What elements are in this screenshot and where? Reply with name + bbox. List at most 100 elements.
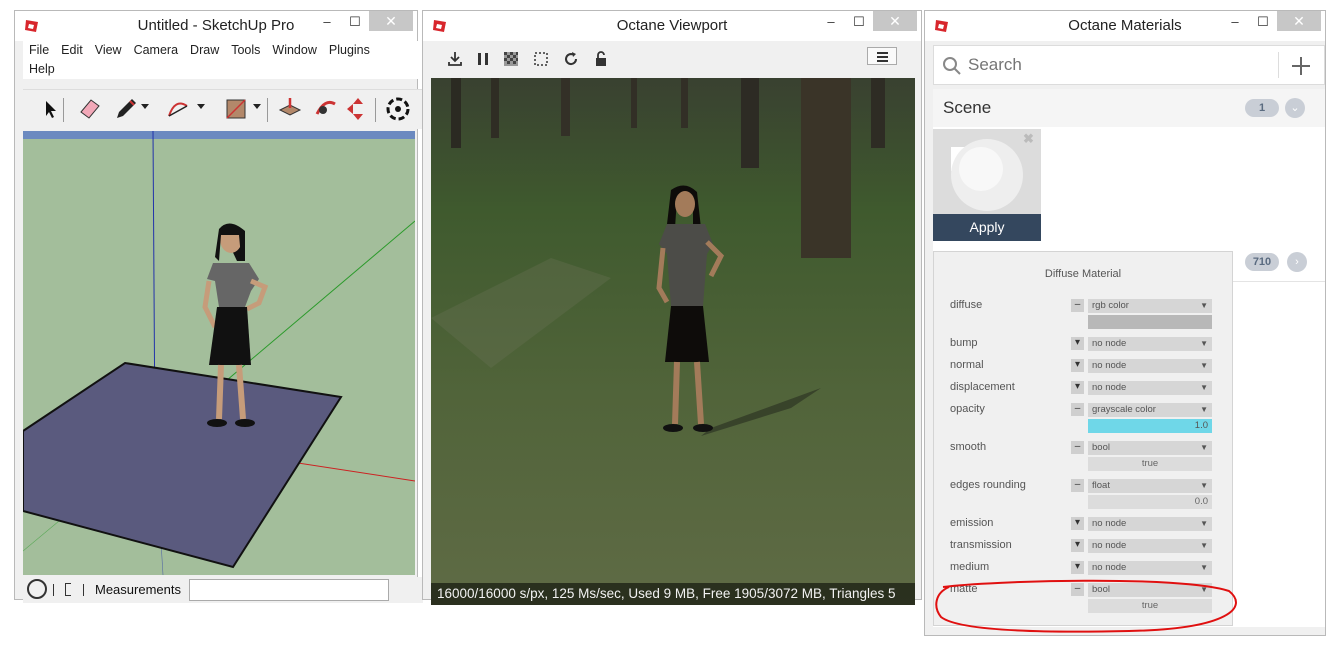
push-pull-icon[interactable]	[277, 96, 303, 122]
node-type-select[interactable]: no node ▼	[1088, 517, 1212, 531]
eraser-icon[interactable]	[77, 96, 103, 122]
sketchup-window: Untitled - SketchUp Pro – ☐ ✕ File Edit Vi…	[14, 10, 423, 603]
minimize-button[interactable]: –	[817, 11, 845, 33]
minimize-button[interactable]: –	[313, 11, 341, 33]
chevron-down-icon[interactable]: ⌄	[1285, 98, 1305, 118]
node-type-value: no node	[1092, 562, 1127, 573]
sketchup-titlebar[interactable]: Untitled - SketchUp Pro – ☐ ✕	[15, 11, 417, 41]
arc-icon[interactable]	[165, 96, 191, 122]
menu-help[interactable]: Help	[29, 62, 55, 76]
render-statistics: 16000/16000 s/px, 125 Ms/sec, Used 9 MB,…	[431, 583, 915, 605]
maximize-button[interactable]: ☐	[1249, 11, 1277, 33]
dropdown-arrow-icon: ▼	[1200, 405, 1208, 414]
chevron-right-icon[interactable]: ›	[1287, 252, 1307, 272]
toolbar-separator	[267, 98, 268, 122]
follow-me-icon[interactable]	[313, 96, 339, 122]
sketchup-model-viewport[interactable]	[23, 131, 415, 575]
search-input[interactable]	[968, 54, 1268, 76]
apply-button[interactable]: Apply	[933, 214, 1041, 241]
octane-viewport-window: Octane Viewport – ☐ ✕ 16000/16000 s/px, …	[422, 10, 922, 605]
lock-icon[interactable]	[593, 51, 609, 67]
pencil-icon[interactable]	[113, 96, 139, 122]
search-icon	[943, 57, 961, 75]
property-label: opacity	[950, 403, 985, 415]
node-type-select[interactable]: rgb color ▼	[1088, 299, 1212, 313]
pause-icon[interactable]	[475, 51, 491, 67]
property-label: edges rounding	[950, 479, 1026, 491]
property-value-field[interactable]: 0.0	[1088, 495, 1212, 509]
menu-window[interactable]: Window	[272, 43, 316, 57]
minimize-button[interactable]: –	[1221, 11, 1249, 33]
menu-edit[interactable]: Edit	[61, 43, 83, 57]
chevron-down-icon[interactable]	[141, 104, 149, 109]
maximize-button[interactable]: ☐	[341, 11, 369, 33]
close-button[interactable]: ✕	[873, 11, 917, 31]
octane-render-icon[interactable]	[385, 96, 411, 122]
expand-node-button[interactable]: ▾	[1071, 517, 1084, 530]
node-type-select[interactable]: bool ▼	[1088, 441, 1212, 455]
rectangle-icon[interactable]	[223, 96, 249, 122]
collapse-node-button[interactable]: –	[1071, 403, 1084, 416]
node-type-select[interactable]: no node ▼	[1088, 381, 1212, 395]
property-label: displacement	[950, 381, 1015, 393]
property-value-field[interactable]: true	[1088, 457, 1212, 471]
remove-material-icon[interactable]: ✖	[1023, 131, 1034, 147]
expand-node-button[interactable]: ▾	[1071, 337, 1084, 350]
expand-node-button[interactable]: ▾	[1071, 561, 1084, 574]
render-output[interactable]: 16000/16000 s/px, 125 Ms/sec, Used 9 MB,…	[431, 78, 915, 605]
scene-count-badge: 1	[1245, 99, 1279, 117]
close-button[interactable]: ✕	[369, 11, 413, 31]
property-label: normal	[950, 359, 984, 371]
property-value-field[interactable]: 1.0	[1088, 419, 1212, 433]
node-type-select[interactable]: grayscale color ▼	[1088, 403, 1212, 417]
dropdown-arrow-icon: ▼	[1200, 563, 1208, 572]
hamburger-icon[interactable]	[867, 47, 897, 65]
collapse-node-button[interactable]: –	[1071, 299, 1084, 312]
refresh-icon[interactable]	[563, 51, 579, 67]
node-type-select[interactable]: no node ▼	[1088, 359, 1212, 373]
material-thumbnail[interactable]: ✖	[933, 129, 1041, 225]
dropdown-arrow-icon: ▼	[1200, 541, 1208, 550]
materials-titlebar[interactable]: Octane Materials – ☐ ✕	[925, 11, 1325, 41]
expand-node-button[interactable]: ▾	[1071, 381, 1084, 394]
expand-node-button[interactable]: ▾	[1071, 539, 1084, 552]
status-divider	[53, 584, 54, 596]
node-type-value: no node	[1092, 540, 1127, 551]
scene-section-header[interactable]: Scene 1 ⌄	[933, 89, 1325, 127]
toolbar-separator	[375, 98, 376, 122]
node-type-select[interactable]: no node ▼	[1088, 539, 1212, 553]
collapse-node-button[interactable]: –	[1071, 441, 1084, 454]
export-icon[interactable]	[447, 51, 463, 67]
node-type-select[interactable]: no node ▼	[1088, 337, 1212, 351]
menu-plugins[interactable]: Plugins	[329, 43, 370, 57]
move-icon[interactable]	[345, 96, 371, 122]
node-type-value: rgb color	[1092, 300, 1129, 311]
checker-icon[interactable]	[503, 51, 519, 67]
plus-icon[interactable]	[1290, 55, 1312, 77]
maximize-button[interactable]: ☐	[845, 11, 873, 33]
measurements-input[interactable]	[189, 579, 389, 601]
chevron-down-icon[interactable]	[197, 104, 205, 109]
select-arrow-icon[interactable]	[37, 96, 63, 122]
collapse-node-button[interactable]: –	[1071, 479, 1084, 492]
menu-draw[interactable]: Draw	[190, 43, 219, 57]
close-button[interactable]: ✕	[1277, 11, 1321, 31]
node-type-value: no node	[1092, 338, 1127, 349]
menu-view[interactable]: View	[95, 43, 122, 57]
question-circle-icon[interactable]	[27, 579, 47, 599]
node-type-select[interactable]: float ▼	[1088, 479, 1212, 493]
node-type-select[interactable]: no node ▼	[1088, 561, 1212, 575]
menu-tools[interactable]: Tools	[231, 43, 260, 57]
popup-heading: Diffuse Material	[1044, 268, 1122, 280]
region-icon[interactable]	[533, 51, 549, 67]
expand-node-button[interactable]: ▾	[1071, 359, 1084, 372]
menu-file[interactable]: File	[29, 43, 49, 57]
viewport-titlebar[interactable]: Octane Viewport – ☐ ✕	[423, 11, 921, 41]
dropdown-arrow-icon: ▼	[1200, 383, 1208, 392]
chevron-down-icon[interactable]	[253, 104, 261, 109]
library-section-divider	[1225, 281, 1325, 282]
menu-camera[interactable]: Camera	[134, 43, 178, 57]
node-type-value: grayscale color	[1092, 404, 1156, 415]
property-value-field[interactable]	[1088, 315, 1212, 329]
bracket-icon	[65, 583, 71, 596]
